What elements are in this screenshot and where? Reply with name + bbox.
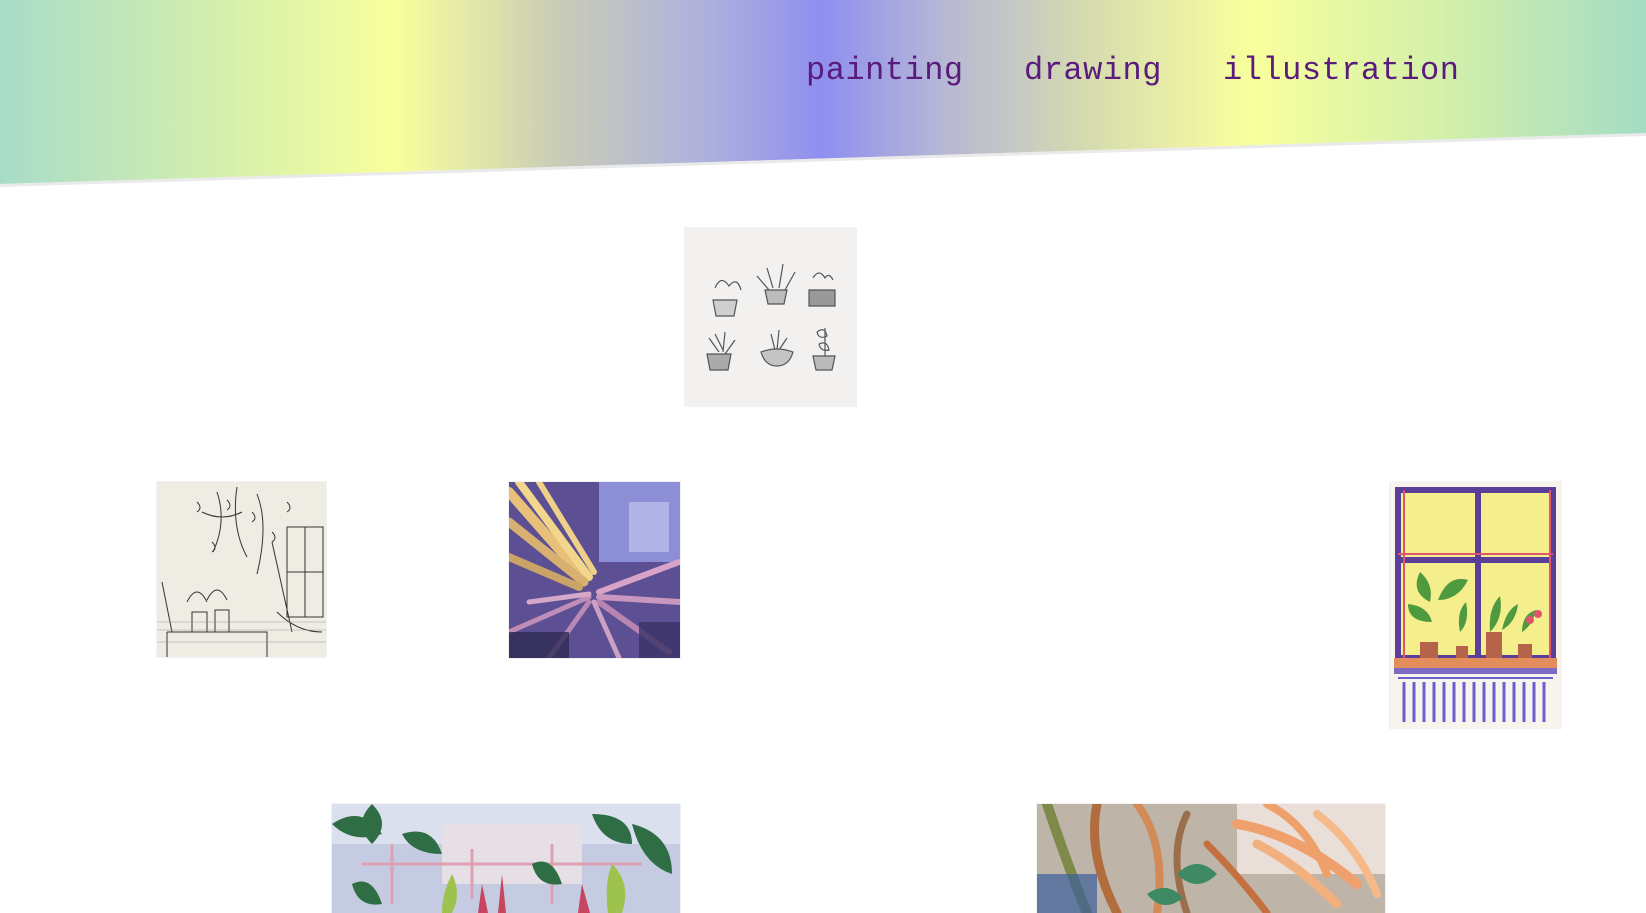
orange-palm-painting-image: [1037, 804, 1385, 913]
window-illustration-image: [1390, 482, 1561, 728]
gallery-thumb-potted-plants-drawing[interactable]: [685, 228, 856, 406]
main-nav: painting drawing illustration: [0, 52, 1646, 102]
gallery-thumb-tropical-leaves-painting[interactable]: [332, 804, 680, 913]
gallery-thumb-ink-window-drawing[interactable]: [157, 482, 326, 657]
gallery-thumb-orange-palm-painting[interactable]: [1037, 804, 1385, 913]
nav-link-illustration[interactable]: illustration: [1223, 52, 1459, 89]
palm-painting-image: [509, 482, 680, 658]
ink-window-drawing-image: [157, 482, 326, 657]
potted-plants-drawing-image: [685, 228, 856, 406]
gallery-thumb-window-illustration[interactable]: [1390, 482, 1561, 728]
gallery-thumb-palm-painting[interactable]: [509, 482, 680, 658]
nav-link-painting[interactable]: painting: [806, 52, 964, 89]
nav-link-drawing[interactable]: drawing: [1024, 52, 1162, 89]
tropical-leaves-painting-image: [332, 804, 680, 913]
